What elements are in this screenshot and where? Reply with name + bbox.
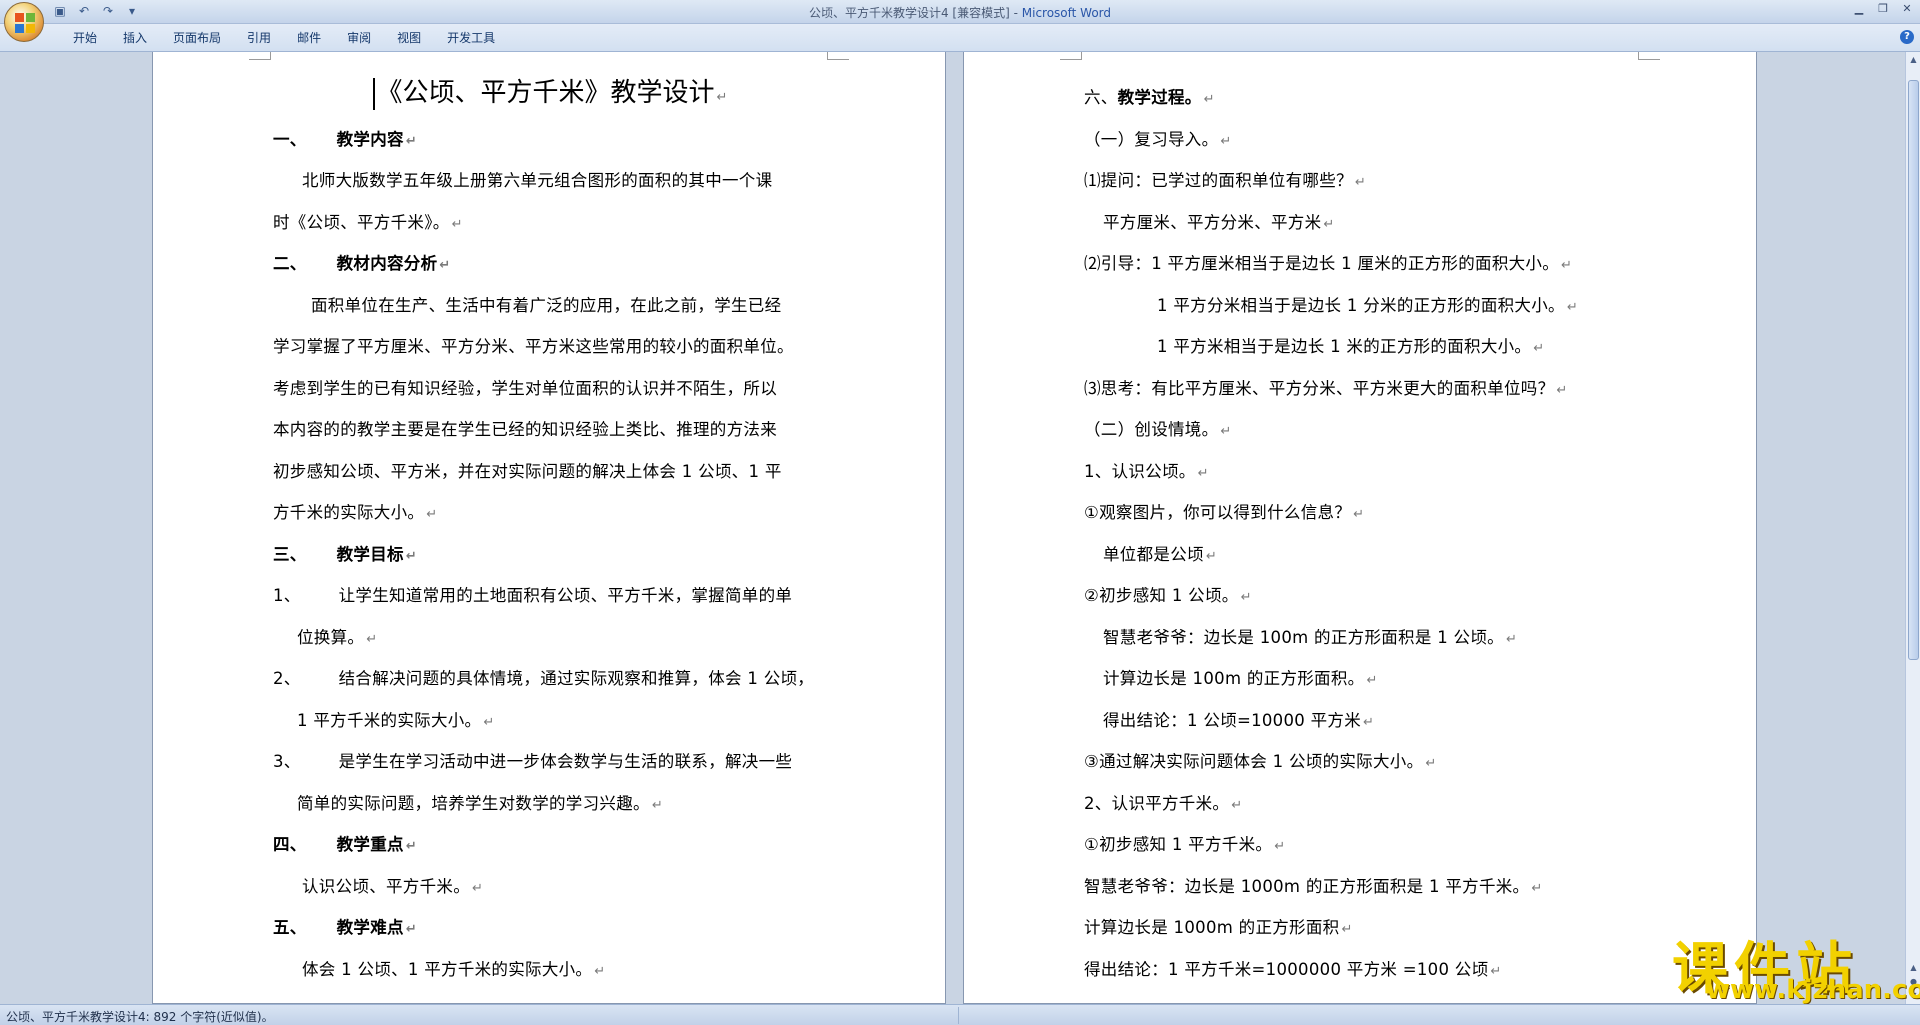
paragraph-line: 认识公顷、平方千米。 ↵ <box>302 877 484 896</box>
paragraph-line: 方千米的实际大小。 ↵ <box>273 503 438 522</box>
list-item: 3、 是学生在学习活动中进一步体会数学与生活的联系，解决一些 <box>273 752 793 771</box>
paragraph-line: 智慧老爷爷：边长是 1000m 的正方形面积是 1 平方千米。 ↵ <box>1084 877 1543 896</box>
close-icon[interactable]: ✕ <box>1898 2 1916 16</box>
status-bar: 公顷、平方千米教学设计4: 892 个字符(近似值)。 <box>0 1004 1920 1025</box>
heading-1: 一、 教学内容 ↵ <box>273 130 418 149</box>
status-divider <box>958 1007 959 1024</box>
page-right[interactable]: 六、教学过程。 ↵ （一）复习导入。 ↵ ⑴提问：已学过的面积单位有哪些？ ↵ 平方厘… <box>963 52 1757 1004</box>
paragraph-line: ⑶思考：有比平方厘米、平方分米、平方米更大的面积单位吗？ ↵ <box>1084 379 1568 398</box>
paragraph-line: ①初步感知 1 平方千米。 ↵ <box>1084 835 1286 854</box>
paragraph-line: ⑴提问：已学过的面积单位有哪些？ ↵ <box>1084 171 1367 190</box>
paragraph-line: 2、认识平方千米。 ↵ <box>1084 794 1243 813</box>
paragraph-line: 计算边长是 100m 的正方形面积。 ↵ <box>1103 669 1378 688</box>
tab-developer[interactable]: 开发工具 <box>434 30 508 46</box>
paragraph-line: 1、认识公顷。 ↵ <box>1084 462 1209 481</box>
document-name: 公顷、平方千米教学设计4 [兼容模式] <box>808 6 1010 20</box>
tab-mailings[interactable]: 邮件 <box>284 30 334 46</box>
restore-icon[interactable]: ❐ <box>1874 2 1892 16</box>
paragraph-line: ③通过解决实际问题体会 1 公顷的实际大小。 ↵ <box>1084 752 1437 771</box>
paragraph-line: 1 平方米相当于是边长 1 米的正方形的面积大小。 ↵ <box>1157 337 1545 356</box>
window-controls: ▁ ❐ ✕ <box>1850 2 1916 16</box>
paragraph-line: 得出结论：1 平方千米=1000000 平方米 =100 公顷 ↵ <box>1084 960 1502 979</box>
paragraph-line: 学习掌握了平方厘米、平方分米、平方米这些常用的较小的面积单位。 <box>273 337 794 356</box>
paragraph-line: （一）复习导入。 ↵ <box>1084 130 1232 149</box>
list-item-continuation: 简单的实际问题，培养学生对数学的学习兴趣。 ↵ <box>297 794 664 813</box>
minimize-icon[interactable]: ▁ <box>1850 2 1868 16</box>
help-icon[interactable]: ? <box>1900 30 1914 44</box>
paragraph-line: 计算边长是 1000m 的正方形面积 ↵ <box>1084 918 1353 937</box>
paragraph-line: 北师大版数学五年级上册第六单元组合图形的面积的其中一个课 <box>302 171 773 190</box>
window-title: 公顷、平方千米教学设计4 [兼容模式] - Microsoft Word <box>0 4 1920 21</box>
page-left[interactable]: 《公顷、平方千米》教学设计 ↵ 一、 教学内容 ↵ 北师大版数学五年级上册第六单元组合… <box>152 52 946 1004</box>
paragraph-line: 智慧老爷爷：边长是 100m 的正方形面积是 1 公顷。 ↵ <box>1103 628 1518 647</box>
paragraph-line: 得出结论：1 公顷=10000 平方米 ↵ <box>1103 711 1375 730</box>
previous-page-icon[interactable]: ▲ <box>1908 962 1919 974</box>
paragraph-line: 体会 1 公顷、1 平方千米的实际大小。 ↵ <box>302 960 606 979</box>
status-text: 公顷、平方千米教学设计4: 892 个字符(近似值)。 <box>6 1010 274 1024</box>
heading-6: 六、教学过程。 ↵ <box>1084 88 1215 107</box>
heading-2: 二、 教材内容分析 ↵ <box>273 254 451 273</box>
heading-4: 四、 教学重点 ↵ <box>273 835 418 854</box>
list-item-continuation: 1 平方千米的实际大小。 ↵ <box>297 711 495 730</box>
scroll-up-icon[interactable]: ▲ <box>1908 54 1919 66</box>
list-item: 2、 结合解决问题的具体情境，通过实际观察和推算，体会 1 公顷， <box>273 669 815 688</box>
paragraph-line: 考虑到学生的已有知识经验，学生对单位面积的认识并不陌生，所以 <box>273 379 777 398</box>
paragraph-line: 平方厘米、平方分米、平方米 ↵ <box>1103 213 1335 232</box>
paragraph-line: 面积单位在生产、生活中有着广泛的应用，在此之前，学生已经 <box>311 296 782 315</box>
text-cursor <box>372 77 375 110</box>
ribbon-tabs: 开始 插入 页面布局 引用 邮件 审阅 视图 开发工具 <box>60 30 508 46</box>
ribbon: 开始 插入 页面布局 引用 邮件 审阅 视图 开发工具 ? <box>0 24 1920 52</box>
list-item-continuation: 位换算。 ↵ <box>297 628 378 647</box>
office-logo-icon <box>15 13 35 33</box>
watermark-url: www.kjzhan.com <box>1706 975 1920 1005</box>
paragraph-line: 单位都是公顷 ↵ <box>1103 545 1218 564</box>
tab-references[interactable]: 引用 <box>234 30 284 46</box>
paragraph-line: ⑵引导：1 平方厘米相当于是边长 1 厘米的正方形的面积大小。 ↵ <box>1084 254 1573 273</box>
paragraph-line: ②初步感知 1 公顷。 ↵ <box>1084 586 1252 605</box>
list-item: 1、 让学生知道常用的土地面积有公顷、平方千米，掌握简单的单 <box>273 586 793 605</box>
tab-review[interactable]: 审阅 <box>334 30 384 46</box>
heading-3: 三、 教学目标 ↵ <box>273 545 418 564</box>
title-separator: - <box>1009 6 1022 20</box>
document-title: 《公顷、平方千米》教学设计 ↵ <box>153 72 947 110</box>
margin-corner-mark <box>1060 52 1082 60</box>
tab-view[interactable]: 视图 <box>384 30 434 46</box>
margin-corner-mark <box>1638 52 1660 60</box>
title-bar: ▣ ↶ ↷ ▾ 公顷、平方千米教学设计4 [兼容模式] - Microsoft … <box>0 0 1920 24</box>
scrollbar-thumb[interactable] <box>1908 80 1919 660</box>
paragraph-line: 1 平方分米相当于是边长 1 分米的正方形的面积大小。 ↵ <box>1157 296 1579 315</box>
tab-home[interactable]: 开始 <box>60 30 110 46</box>
margin-corner-mark <box>249 52 271 60</box>
paragraph-line: （二）创设情境。 ↵ <box>1084 420 1232 439</box>
paragraph-line: 初步感知公顷、平方米，并在对实际问题的解决上体会 1 公顷、1 平 <box>273 462 782 481</box>
paragraph-line: ①观察图片，你可以得到什么信息？ ↵ <box>1084 503 1365 522</box>
office-button[interactable] <box>4 2 44 42</box>
heading-5: 五、 教学难点 ↵ <box>273 918 418 937</box>
tab-page-layout[interactable]: 页面布局 <box>160 30 234 46</box>
tab-insert[interactable]: 插入 <box>110 30 160 46</box>
paragraph-line: 时《公顷、平方千米》。 ↵ <box>273 213 463 232</box>
document-workspace[interactable]: 《公顷、平方千米》教学设计 ↵ 一、 教学内容 ↵ 北师大版数学五年级上册第六单元组合… <box>0 52 1905 1004</box>
vertical-scrollbar[interactable]: ▲ ▲ ● ▼ <box>1905 52 1920 1004</box>
margin-corner-mark <box>827 52 849 60</box>
paragraph-line: 本内容的的教学主要是在学生已经的知识经验上类比、推理的方法来 <box>273 420 777 439</box>
app-name: Microsoft Word <box>1021 6 1112 20</box>
